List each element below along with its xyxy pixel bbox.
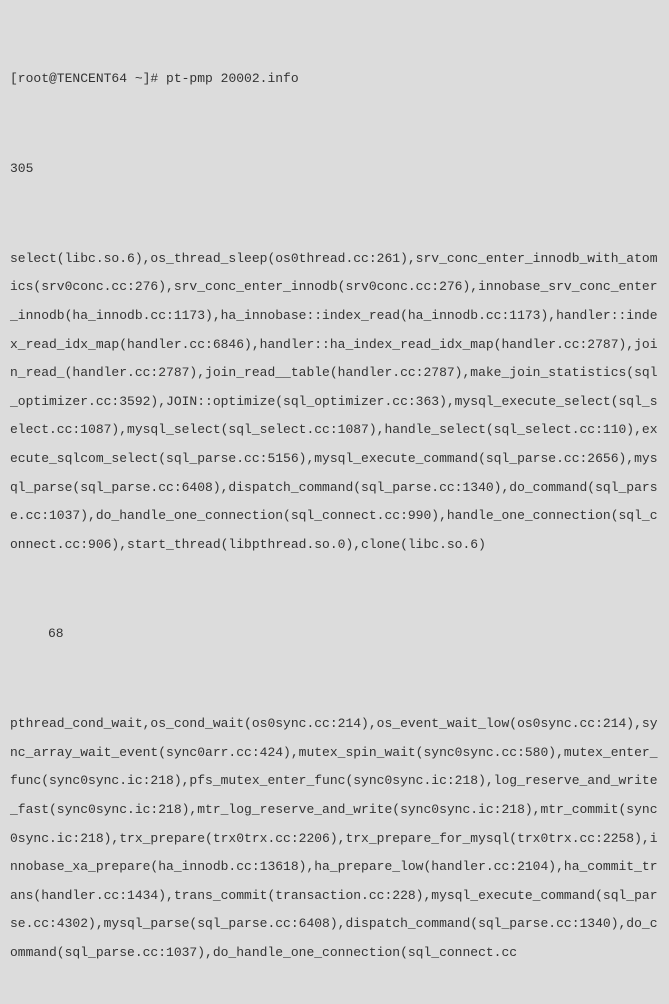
trace-count-1: 68 xyxy=(10,620,659,649)
stack-trace-1: pthread_cond_wait,os_cond_wait(os0sync.c… xyxy=(10,710,659,967)
trace-count-0: 305 xyxy=(10,155,659,184)
command-text: pt-pmp 20002.info xyxy=(166,71,299,86)
terminal-output: [root@TENCENT64 ~]# pt-pmp 20002.info 30… xyxy=(10,8,659,996)
stack-trace-0: select(libc.so.6),os_thread_sleep(os0thr… xyxy=(10,245,659,560)
command-line: [root@TENCENT64 ~]# pt-pmp 20002.info xyxy=(10,65,659,94)
shell-prompt: [root@TENCENT64 ~]# xyxy=(10,71,166,86)
